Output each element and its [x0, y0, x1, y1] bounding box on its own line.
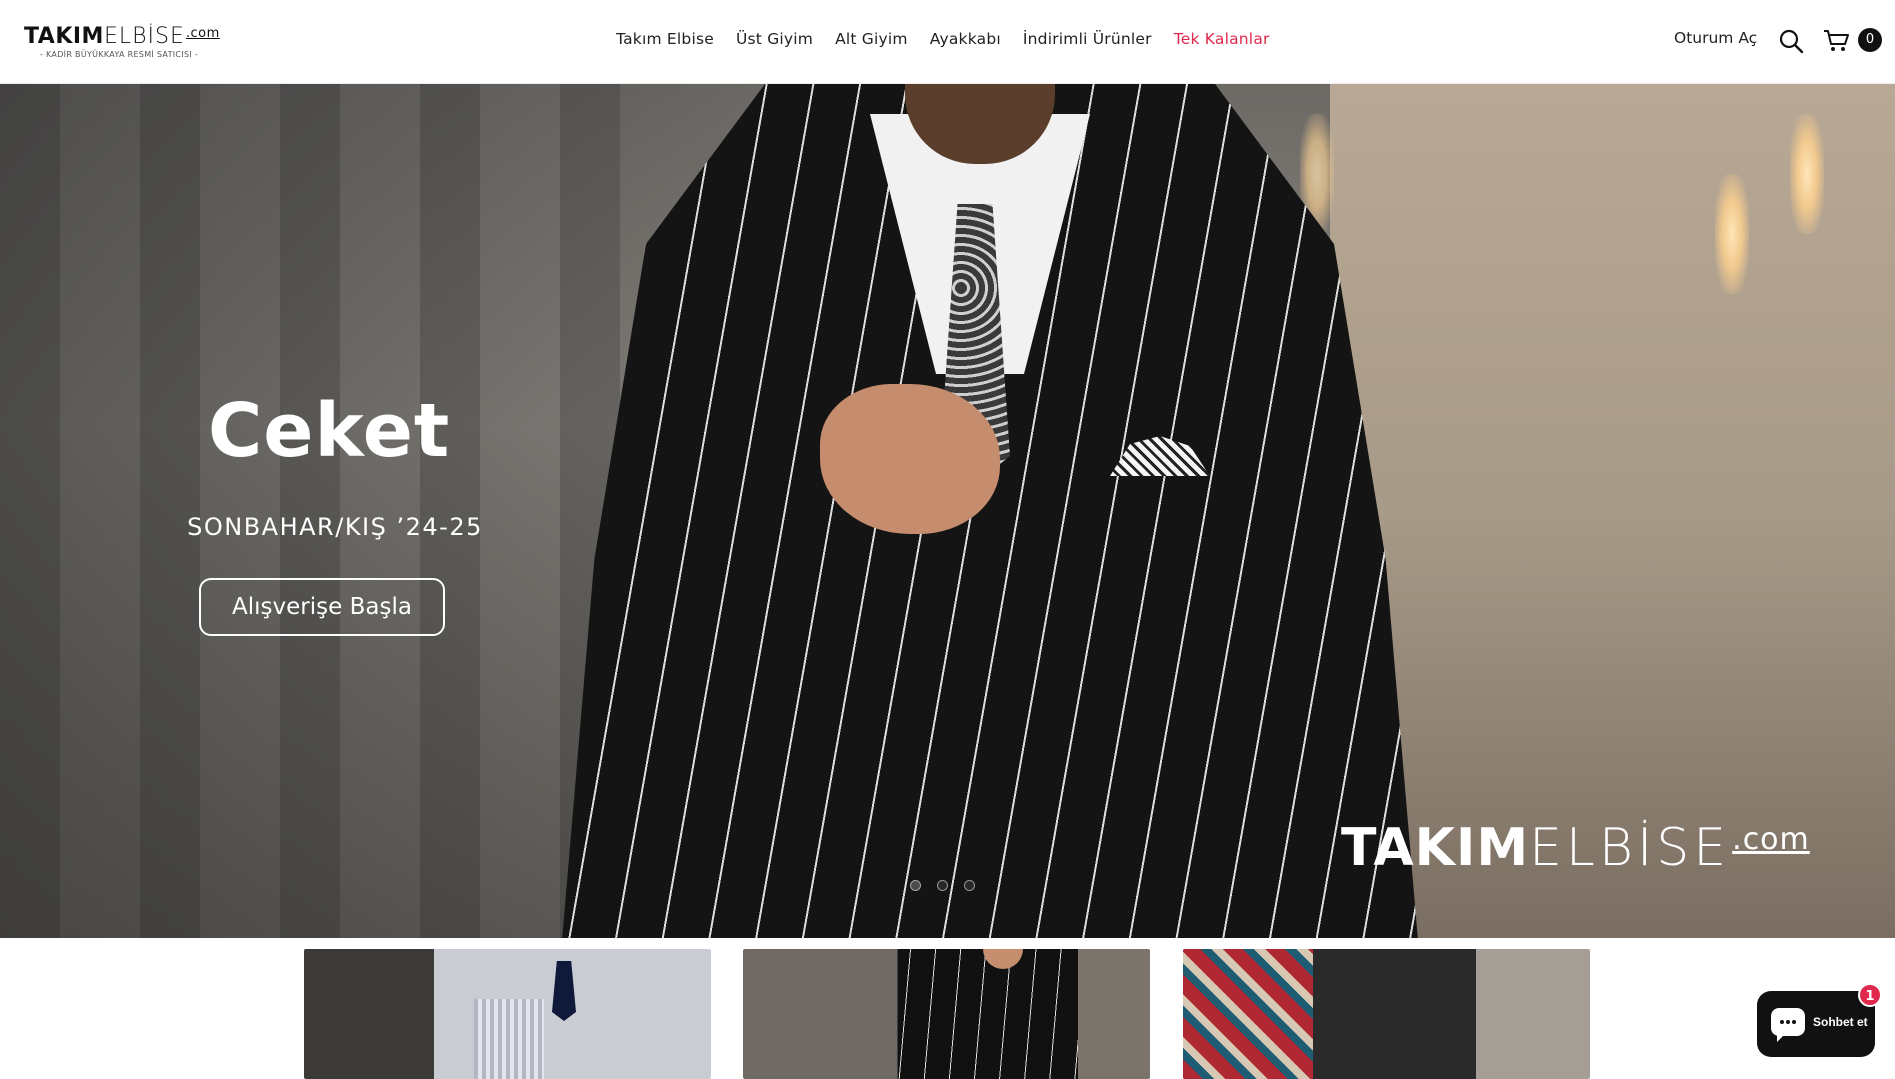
- nav-item-tek-kalanlar[interactable]: Tek Kalanlar: [1174, 30, 1270, 48]
- logo-tagline: - KADİR BÜYÜKKAYA RESMİ SATICISI -: [40, 50, 199, 59]
- nav-item-indirimli-urunler[interactable]: İndirimli Ürünler: [1023, 30, 1152, 48]
- hero-title: Ceket: [208, 388, 451, 474]
- chat-bubble-icon: [1771, 1008, 1805, 1036]
- hero-model-hand: [820, 384, 1000, 534]
- hero-background-left: [0, 84, 620, 938]
- slider-dot-1[interactable]: [910, 880, 921, 891]
- site-logo[interactable]: TAKIMELBİSE.com - KADİR BÜYÜKKAYA RESMİ …: [24, 24, 224, 68]
- hero-lamp: [1715, 174, 1749, 294]
- site-header: TAKIMELBİSE.com - KADİR BÜYÜKKAYA RESMİ …: [0, 0, 1895, 84]
- cart-icon[interactable]: [1822, 27, 1850, 55]
- nav-item-ayakkabi[interactable]: Ayakkabı: [930, 30, 1001, 48]
- tile-image-pinstripe: [898, 949, 1078, 1079]
- search-icon[interactable]: [1778, 28, 1804, 54]
- slider-dot-2[interactable]: [937, 880, 948, 891]
- chat-unread-badge: 1: [1858, 983, 1882, 1007]
- tile-image-vest: [474, 999, 544, 1079]
- shop-now-button[interactable]: Alışverişe Başla: [199, 578, 445, 636]
- category-tile-1[interactable]: [304, 949, 711, 1079]
- login-link[interactable]: Oturum Aç: [1674, 29, 1757, 47]
- hero-subtitle: SONBAHAR/KIŞ ’24-25: [187, 513, 483, 541]
- hero-banner[interactable]: [0, 84, 1895, 938]
- tile-image-pattern: [1183, 949, 1313, 1079]
- category-tile-3[interactable]: [1183, 949, 1590, 1079]
- main-nav: Takım Elbise Üst Giyim Alt Giyim Ayakkab…: [616, 30, 1270, 48]
- nav-item-alt-giyim[interactable]: Alt Giyim: [835, 30, 908, 48]
- nav-item-takim-elbise[interactable]: Takım Elbise: [616, 30, 714, 48]
- logo-wordmark: TAKIMELBİSE.com: [24, 24, 220, 49]
- hero-brand-watermark: TAKIMELBİSE.com: [1341, 818, 1810, 878]
- nav-item-ust-giyim[interactable]: Üst Giyim: [736, 30, 813, 48]
- slider-pagination: [910, 880, 975, 891]
- chat-label: Sohbet et: [1813, 1015, 1868, 1029]
- tile-image-tie: [552, 961, 576, 1021]
- slider-dot-3[interactable]: [964, 880, 975, 891]
- hero-lamp: [1790, 114, 1824, 234]
- category-tile-2[interactable]: [743, 949, 1150, 1079]
- chat-button[interactable]: Sohbet et: [1757, 991, 1875, 1057]
- cart-count-badge: 0: [1858, 28, 1882, 52]
